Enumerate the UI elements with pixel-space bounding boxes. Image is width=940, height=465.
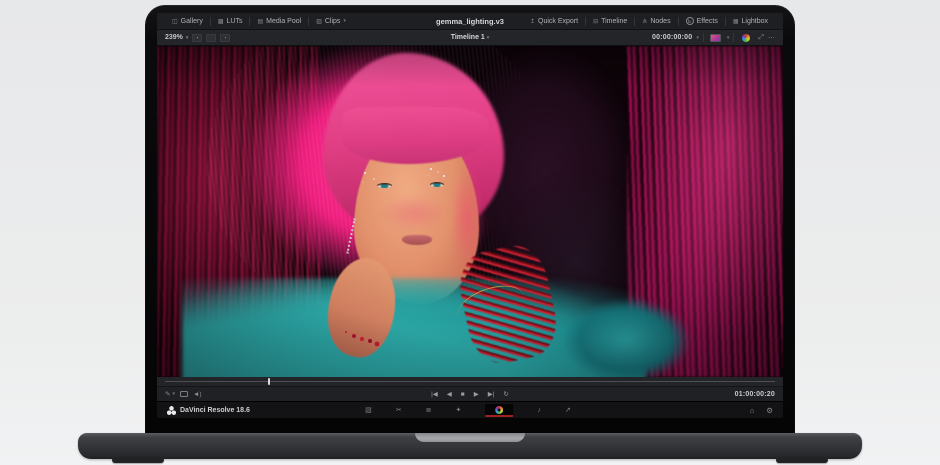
- display-button[interactable]: [180, 391, 188, 397]
- last-frame-button[interactable]: ▶|: [488, 390, 495, 398]
- lightbox-button[interactable]: ▦ Lightbox: [726, 18, 775, 25]
- home-button[interactable]: ⌂: [750, 406, 755, 415]
- viewer-toggle-3[interactable]: ▪: [220, 34, 230, 42]
- edit-page-button[interactable]: ≣: [426, 406, 432, 414]
- laptop-foot-right: [776, 457, 828, 463]
- media-pool-label: Media Pool: [266, 18, 301, 25]
- media-page-button[interactable]: ▧: [365, 406, 372, 414]
- chevron-down-icon[interactable]: ▾: [727, 35, 730, 41]
- display-icon: [180, 391, 188, 397]
- gallery-icon: ◫: [172, 18, 178, 25]
- first-frame-button[interactable]: |◀: [431, 390, 438, 398]
- laptop-lid-notch: [415, 433, 525, 442]
- quick-export-button[interactable]: ↥ Quick Export: [523, 18, 585, 25]
- chevron-down-icon[interactable]: ▾: [696, 35, 699, 41]
- viewer-toggle-2[interactable]: [206, 34, 216, 42]
- audio-mute-button[interactable]: ◄): [193, 391, 202, 398]
- annotation-pen-icon: ✎: [165, 390, 170, 398]
- scrubber-track[interactable]: [165, 381, 775, 382]
- quick-export-icon: ↥: [530, 18, 535, 25]
- davinci-resolve-logo-icon: [167, 406, 176, 415]
- effects-label: Effects: [697, 18, 718, 25]
- fusion-page-button[interactable]: ✦: [456, 406, 462, 414]
- chevron-down-icon: ▾: [172, 391, 175, 397]
- effects-icon: fx: [686, 17, 694, 25]
- clips-button[interactable]: ▥ Clips ▾: [309, 18, 353, 25]
- desktop-background: ◫ Gallery ▩ LUTs ▤ Media Pool ▥ Clips ▾: [0, 0, 940, 465]
- app-version-label: DaVinci Resolve 18.6: [180, 407, 250, 414]
- timeline-view-label: Timeline: [601, 18, 627, 25]
- quick-export-label: Quick Export: [538, 18, 578, 25]
- divider: [733, 33, 734, 42]
- laptop-lid: ◫ Gallery ▩ LUTs ▤ Media Pool ▥ Clips ▾: [145, 5, 795, 434]
- media-pool-icon: ▤: [257, 18, 263, 25]
- page-bar: DaVinci Resolve 18.6 ▧ ✂ ≣ ✦ ♪ ↗ ⌂ ⚙: [157, 401, 783, 418]
- luts-icon: ▩: [218, 18, 224, 25]
- deliver-page-button[interactable]: ↗: [565, 406, 571, 414]
- viewer-toolbar: 239% ▾ ▪ ▪ Timeline 1 ▾ 00:00:00:00 ▾ ▾: [157, 30, 783, 46]
- nodes-label: Nodes: [650, 18, 670, 25]
- gallery-label: Gallery: [181, 18, 203, 25]
- stop-button[interactable]: ■: [461, 391, 465, 398]
- source-timecode: 00:00:00:00: [652, 34, 692, 41]
- transport-bar: ✎ ▾ ◄) |◀ ◀ ■ ▶ ▶| ↻ 01:00:00:20: [157, 386, 783, 401]
- timeline-selector-label: Timeline 1: [451, 34, 485, 41]
- lightbox-label: Lightbox: [742, 18, 768, 25]
- effects-button[interactable]: fx Effects: [679, 17, 725, 25]
- fairlight-page-button[interactable]: ♪: [537, 407, 541, 414]
- playback-controls: |◀ ◀ ■ ▶ ▶| ↻: [431, 390, 509, 398]
- zoom-level-dropdown[interactable]: 239% ▾: [165, 34, 188, 41]
- page-switcher: ▧ ✂ ≣ ✦ ♪ ↗: [365, 404, 571, 417]
- luts-button[interactable]: ▩ LUTs: [211, 18, 250, 25]
- color-page-button-active[interactable]: [485, 404, 513, 417]
- play-reverse-button[interactable]: ◀: [447, 390, 452, 398]
- expand-icon[interactable]: ⤢: [758, 34, 764, 42]
- nodes-button[interactable]: ⋔ Nodes: [635, 18, 677, 25]
- divider: [703, 33, 704, 42]
- chevron-down-icon: ▾: [487, 35, 490, 41]
- clips-label: Clips: [325, 18, 341, 25]
- luts-label: LUTs: [227, 18, 243, 25]
- viewer-image: [157, 46, 783, 377]
- annotation-tool-button[interactable]: ✎ ▾: [165, 390, 175, 398]
- nodes-icon: ⋔: [642, 18, 647, 25]
- zoom-level-value: 239%: [165, 34, 183, 41]
- laptop-foot-left: [112, 457, 164, 463]
- timeline-scrubber[interactable]: [157, 377, 783, 386]
- cut-page-button[interactable]: ✂: [396, 406, 402, 414]
- timeline-view-button[interactable]: ⊟ Timeline: [586, 18, 634, 25]
- chevron-down-icon: ▾: [343, 18, 346, 24]
- scopes-icon[interactable]: [742, 34, 750, 42]
- playhead[interactable]: [268, 378, 270, 385]
- loop-button[interactable]: ↻: [503, 390, 508, 398]
- more-options-icon[interactable]: ⋯: [768, 34, 775, 42]
- photo-vignette: [157, 46, 783, 377]
- laptop-base: [78, 433, 862, 459]
- settings-gear-button[interactable]: ⚙: [766, 406, 773, 415]
- laptop-screen: ◫ Gallery ▩ LUTs ▤ Media Pool ▥ Clips ▾: [157, 13, 783, 418]
- timeline-selector[interactable]: Timeline 1 ▾: [451, 34, 490, 41]
- project-title: gemma_lighting.v3: [436, 17, 504, 26]
- chevron-down-icon: ▾: [186, 35, 189, 41]
- media-pool-button[interactable]: ▤ Media Pool: [250, 18, 308, 25]
- color-page-icon: [495, 406, 503, 414]
- play-button[interactable]: ▶: [474, 390, 479, 398]
- clips-icon: ▥: [316, 18, 322, 25]
- top-toolbar: ◫ Gallery ▩ LUTs ▤ Media Pool ▥ Clips ▾: [157, 13, 783, 30]
- record-timecode: 01:00:00:20: [735, 391, 775, 398]
- gallery-button[interactable]: ◫ Gallery: [165, 18, 210, 25]
- speaker-icon: ◄): [193, 391, 202, 398]
- still-thumbnail-icon[interactable]: [710, 34, 721, 42]
- viewer-toggle-1[interactable]: ▪: [192, 34, 202, 42]
- lightbox-icon: ▦: [733, 18, 739, 25]
- timeline-icon: ⊟: [593, 18, 598, 25]
